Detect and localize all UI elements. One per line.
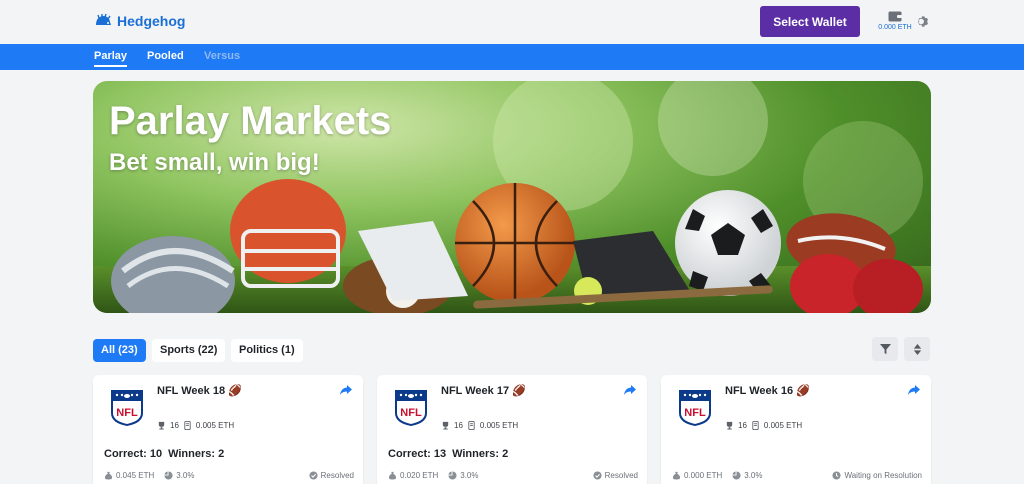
wallet-balance-widget[interactable]: 0.000 ETH — [872, 10, 918, 31]
hedgehog-icon — [96, 13, 111, 25]
ticket-icon — [752, 421, 759, 430]
gear-icon[interactable] — [916, 14, 931, 29]
money-bag-icon — [104, 471, 113, 480]
market-card[interactable]: NFL NFL Week 16 🏈 16 0.005 ETH 0.000 ETH… — [661, 375, 931, 484]
app-header: Hedgehog Select Wallet 0.000 ETH — [0, 0, 1024, 44]
market-card[interactable]: NFL NFL Week 18 🏈 16 0.005 ETH Correct: … — [93, 375, 363, 484]
wallet-icon — [888, 11, 902, 22]
market-stats: Correct: 13 Winners: 2 — [388, 448, 514, 460]
svg-text:NFL: NFL — [116, 407, 138, 419]
pie-chart-icon — [164, 471, 173, 480]
hero-banner: Parlay Markets Bet small, win big! — [93, 81, 931, 313]
market-title: NFL Week 18 🏈 — [157, 385, 242, 397]
share-icon[interactable] — [907, 383, 921, 397]
ticket-icon — [468, 421, 475, 430]
market-meta: 16 0.005 ETH — [441, 421, 518, 430]
status-label: Waiting on Resolution — [844, 471, 922, 480]
status-label: Resolved — [320, 471, 354, 480]
player-count: 16 — [738, 421, 747, 430]
money-bag-icon — [672, 471, 681, 480]
entry-fee: 0.005 ETH — [479, 421, 519, 430]
entry-fee: 0.005 ETH — [763, 421, 803, 430]
filter-chip-sports[interactable]: Sports (22) — [152, 339, 226, 362]
market-footer: 0.045 ETH 3.0% Resolved — [104, 471, 354, 480]
fee-percent: 3.0% — [176, 471, 195, 480]
pie-chart-icon — [732, 471, 741, 480]
market-card[interactable]: NFL NFL Week 17 🏈 16 0.005 ETH Correct: … — [377, 375, 647, 484]
ticket-icon — [184, 421, 191, 430]
pie-chart-icon — [448, 471, 457, 480]
main-nav: Parlay Pooled Versus — [0, 44, 1024, 70]
tab-parlay[interactable]: Parlay — [94, 50, 128, 67]
svg-text:NFL: NFL — [400, 407, 422, 419]
filter-chip-all[interactable]: All (23) — [93, 339, 146, 362]
money-bag-icon — [388, 471, 397, 480]
check-circle-icon — [309, 471, 318, 480]
hero-title: Parlay Markets — [109, 99, 392, 143]
market-stats — [672, 448, 684, 460]
nfl-logo: NFL — [395, 390, 427, 426]
share-icon[interactable] — [339, 383, 353, 397]
market-meta: 16 0.005 ETH — [725, 421, 802, 430]
sort-icon — [913, 343, 921, 355]
trophy-icon — [726, 421, 733, 430]
check-circle-icon — [593, 471, 602, 480]
brand-name: Hedgehog — [117, 13, 186, 29]
market-stats: Correct: 10 Winners: 2 — [104, 448, 230, 460]
market-footer: 0.000 ETH 3.0% Waiting on Resolution — [672, 471, 922, 480]
entry-fee: 0.005 ETH — [195, 421, 235, 430]
correct-count: Correct: 10 — [104, 448, 163, 460]
brand-logo[interactable]: Hedgehog — [94, 13, 185, 29]
player-count: 16 — [170, 421, 179, 430]
sort-button[interactable] — [904, 337, 930, 361]
winners-count: Winners: 2 — [452, 448, 509, 460]
pool-size: 0.000 ETH — [684, 471, 723, 480]
hero-subtitle: Bet small, win big! — [109, 149, 320, 176]
pool-size: 0.045 ETH — [116, 471, 155, 480]
correct-count: Correct: 13 — [388, 448, 447, 460]
market-meta: 16 0.005 ETH — [157, 421, 234, 430]
fee-percent: 3.0% — [744, 471, 763, 480]
wallet-balance: 0.000 ETH — [878, 24, 912, 31]
trophy-icon — [442, 421, 449, 430]
market-title: NFL Week 17 🏈 — [441, 385, 526, 397]
market-footer: 0.020 ETH 3.0% Resolved — [388, 471, 638, 480]
filter-button[interactable] — [872, 337, 898, 361]
status-label: Resolved — [604, 471, 638, 480]
tab-pooled[interactable]: Pooled — [147, 50, 184, 62]
pool-size: 0.020 ETH — [400, 471, 439, 480]
winners-count: Winners: 2 — [168, 448, 225, 460]
clock-icon — [832, 471, 842, 480]
filter-icon — [879, 343, 891, 354]
tab-versus[interactable]: Versus — [204, 50, 240, 62]
filter-chip-politics[interactable]: Politics (1) — [231, 339, 303, 362]
player-count: 16 — [454, 421, 463, 430]
fee-percent: 3.0% — [460, 471, 479, 480]
svg-text:NFL: NFL — [684, 407, 706, 419]
market-title: NFL Week 16 🏈 — [725, 385, 810, 397]
share-icon[interactable] — [623, 383, 637, 397]
nfl-logo: NFL — [111, 390, 143, 426]
select-wallet-button[interactable]: Select Wallet — [760, 6, 860, 37]
trophy-icon — [158, 421, 165, 430]
nfl-logo: NFL — [679, 390, 711, 426]
